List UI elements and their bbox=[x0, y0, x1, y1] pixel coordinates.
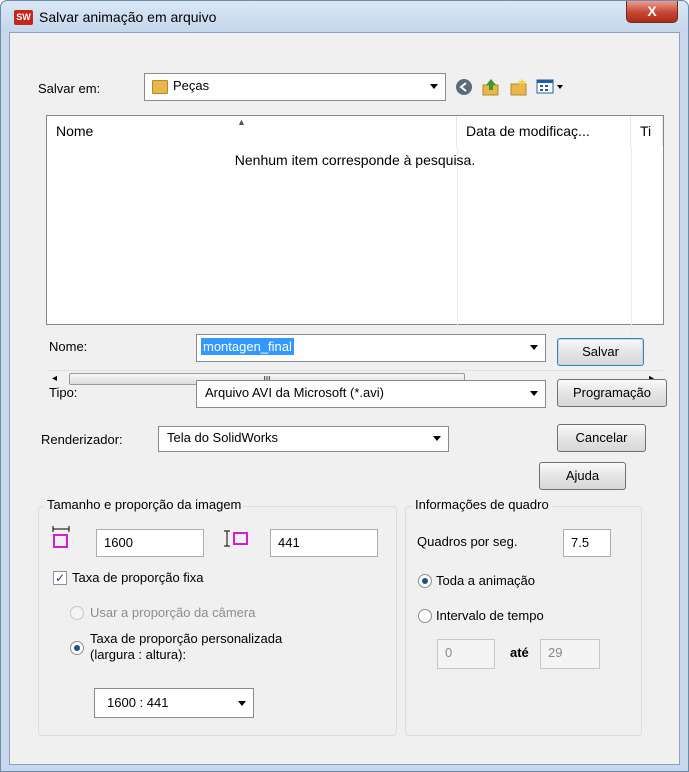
empty-message: Nenhum item corresponde à pesquisa. bbox=[234, 152, 476, 168]
chevron-down-icon bbox=[430, 84, 438, 89]
back-icon[interactable] bbox=[455, 78, 473, 96]
column-header-date[interactable]: Data de modificaç... bbox=[457, 116, 631, 146]
type-dropdown[interactable]: Arquivo AVI da Microsoft (*.avi) bbox=[196, 380, 546, 408]
width-icon bbox=[52, 526, 70, 548]
title-bar[interactable]: SW Salvar animação em arquivo X bbox=[1, 1, 688, 33]
chevron-down-icon bbox=[530, 391, 538, 396]
range-from-input[interactable]: 0 bbox=[437, 639, 495, 669]
name-input[interactable]: montagen_final bbox=[196, 334, 546, 362]
folder-icon bbox=[152, 80, 168, 94]
range-to-input[interactable]: 29 bbox=[540, 639, 600, 669]
whole-animation-radio[interactable] bbox=[418, 574, 432, 588]
fps-input[interactable]: 7.5 bbox=[563, 529, 611, 557]
time-range-radio[interactable] bbox=[418, 609, 432, 623]
width-input[interactable]: 1600 bbox=[96, 529, 204, 557]
chevron-down-icon bbox=[433, 436, 441, 441]
new-folder-icon[interactable] bbox=[509, 77, 529, 97]
renderer-label: Renderizador: bbox=[41, 432, 123, 447]
close-button[interactable]: X bbox=[626, 1, 678, 23]
camera-ratio-radio[interactable] bbox=[70, 606, 84, 620]
cancel-button[interactable]: Cancelar bbox=[557, 424, 646, 452]
column-header-label: Nome bbox=[56, 123, 94, 139]
time-range-label: Intervalo de tempo bbox=[436, 608, 544, 623]
dialog-window: SW Salvar animação em arquivo X Salvar e… bbox=[0, 0, 689, 772]
fixed-ratio-label: Taxa de proporção fixa bbox=[72, 570, 204, 585]
up-folder-icon[interactable] bbox=[481, 77, 501, 97]
sort-arrow-icon: ▲ bbox=[237, 117, 246, 127]
fixed-ratio-checkbox[interactable]: ✓ bbox=[53, 571, 67, 585]
window-title: Salvar animação em arquivo bbox=[39, 9, 217, 25]
save-in-value: Peças bbox=[173, 78, 210, 93]
dialog-client-area: Salvar em: Peças Nome ▲ Data de modifica… bbox=[9, 32, 680, 765]
column-header-type[interactable]: Ti bbox=[631, 116, 663, 146]
solidworks-icon: SW bbox=[14, 10, 33, 25]
ratio-dropdown[interactable]: 1600 : 441 bbox=[94, 688, 254, 718]
custom-ratio-label: Taxa de proporção personalizada bbox=[90, 631, 283, 646]
whole-animation-label: Toda a animação bbox=[436, 573, 536, 588]
renderer-dropdown[interactable]: Tela do SolidWorks bbox=[158, 426, 449, 452]
ratio-value: 1600 : 441 bbox=[107, 695, 169, 710]
type-value: Arquivo AVI da Microsoft (*.avi) bbox=[205, 385, 384, 400]
frame-info-group-title: Informações de quadro bbox=[412, 497, 552, 512]
column-header-name[interactable]: Nome ▲ bbox=[47, 116, 457, 146]
chevron-down-icon bbox=[238, 701, 246, 706]
name-label: Nome: bbox=[49, 339, 88, 354]
height-input[interactable]: 441 bbox=[270, 529, 378, 557]
name-value: montagen_final bbox=[201, 338, 294, 355]
scroll-left-icon[interactable]: ◂ bbox=[52, 373, 57, 384]
camera-ratio-label: Usar a proporção da câmera bbox=[90, 605, 256, 620]
custom-ratio-radio[interactable] bbox=[70, 641, 84, 655]
file-list[interactable]: Nome ▲ Data de modificaç... Ti Nenhum it… bbox=[46, 115, 664, 387]
save-button[interactable]: Salvar bbox=[557, 338, 644, 366]
range-to-label: até bbox=[510, 645, 529, 660]
fps-label: Quadros por seg. bbox=[417, 534, 518, 549]
type-label: Tipo: bbox=[49, 385, 78, 400]
chevron-down-icon bbox=[530, 345, 538, 350]
custom-ratio-sublabel: (largura : altura): bbox=[90, 647, 187, 662]
height-icon bbox=[224, 530, 248, 547]
save-in-dropdown[interactable]: Peças bbox=[144, 73, 446, 101]
image-size-group-title: Tamanho e proporção da imagem bbox=[44, 497, 245, 512]
help-button[interactable]: Ajuda bbox=[539, 462, 626, 490]
schedule-button[interactable]: Programação bbox=[557, 379, 667, 407]
view-menu-icon bbox=[536, 79, 563, 94]
renderer-value: Tela do SolidWorks bbox=[167, 430, 279, 445]
save-in-label: Salvar em: bbox=[38, 81, 101, 96]
view-menu-button[interactable] bbox=[536, 77, 574, 97]
column-divider bbox=[631, 146, 632, 370]
